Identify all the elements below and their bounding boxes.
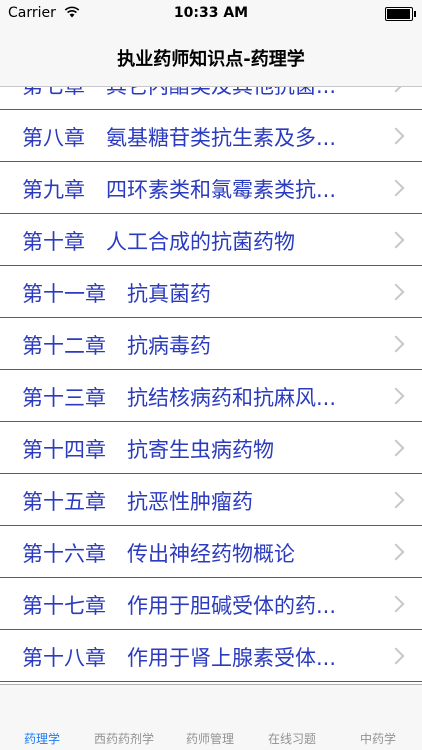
list-item-label: 第十六章 传出神经药物概论	[22, 542, 295, 566]
chevron-right-icon	[387, 595, 405, 613]
list-item-label: 第七章 其它内酯类及其他抗菌...	[22, 86, 337, 98]
list-item-label: 第十二章 抗病毒药	[22, 334, 211, 358]
chevron-right-icon	[387, 127, 405, 145]
list-item-chapter-8[interactable]: 第八章 氨基糖苷类抗生素及多...	[0, 110, 422, 162]
chevron-right-icon	[387, 647, 405, 665]
list-item-label: 第十五章 抗恶性肿瘤药	[22, 490, 253, 514]
list-item-chapter-7[interactable]: 第七章 其它内酯类及其他抗菌...	[0, 86, 422, 110]
list-item-label: 第十四章 抗寄生虫病药物	[22, 438, 274, 462]
tab-bar: 药理学 西药药剂学 药师管理 在线习题 中药学	[0, 684, 422, 750]
list-item-chapter-10[interactable]: 第十章 人工合成的抗菌药物	[0, 214, 422, 266]
list-item-label: 第十一章 抗真菌药	[22, 282, 211, 306]
list-item-label: 第十八章 作用于肾上腺素受体...	[22, 646, 337, 670]
tab-pharmacology[interactable]: 药理学	[24, 730, 60, 747]
chapter-list[interactable]: 第七章 其它内酯类及其他抗菌... 第八章 氨基糖苷类抗生素及多... 第九章 …	[0, 86, 422, 684]
tab-online-exercises[interactable]: 在线习题	[268, 730, 316, 747]
tab-pharmacist-management[interactable]: 药师管理	[186, 730, 234, 747]
status-time: 10:33 AM	[173, 5, 249, 21]
list-item-label: 第九章 四环素类和氯霉素类抗...	[22, 178, 337, 202]
chevron-right-icon	[387, 543, 405, 561]
tab-western-pharmaceutics[interactable]: 西药药剂学	[94, 730, 154, 747]
status-bar: Carrier 10:33 AM	[0, 0, 422, 28]
chevron-right-icon	[387, 439, 405, 457]
chevron-right-icon	[387, 387, 405, 405]
list-item-chapter-9[interactable]: 第九章 四环素类和氯霉素类抗...	[0, 162, 422, 214]
list-item-label: 第十三章 抗结核病药和抗麻风...	[22, 386, 337, 410]
list-item-chapter-12[interactable]: 第十二章 抗病毒药	[0, 318, 422, 370]
chevron-right-icon	[387, 491, 405, 509]
list-item-chapter-15[interactable]: 第十五章 抗恶性肿瘤药	[0, 474, 422, 526]
list-item-chapter-13[interactable]: 第十三章 抗结核病药和抗麻风...	[0, 370, 422, 422]
list-item-chapter-16[interactable]: 第十六章 传出神经药物概论	[0, 526, 422, 578]
list-item-chapter-18[interactable]: 第十八章 作用于肾上腺素受体...	[0, 630, 422, 682]
list-item-chapter-11[interactable]: 第十一章 抗真菌药	[0, 266, 422, 318]
tab-chinese-medicine[interactable]: 中药学	[360, 730, 396, 747]
chevron-right-icon	[387, 335, 405, 353]
page-title: 执业药师知识点-药理学	[117, 49, 305, 70]
chevron-right-icon	[387, 283, 405, 301]
chevron-right-icon	[387, 231, 405, 249]
list-item-label: 第十七章 作用于胆碱受体的药...	[22, 594, 337, 618]
list-item-chapter-17[interactable]: 第十七章 作用于胆碱受体的药...	[0, 578, 422, 630]
list-item-chapter-14[interactable]: 第十四章 抗寄生虫病药物	[0, 422, 422, 474]
battery-icon	[385, 7, 416, 21]
list-item-label: 第八章 氨基糖苷类抗生素及多...	[22, 126, 337, 150]
chevron-right-icon	[387, 179, 405, 197]
navigation-bar: 执业药师知识点-药理学	[0, 28, 422, 87]
list-item-label: 第十章 人工合成的抗菌药物	[22, 230, 295, 254]
